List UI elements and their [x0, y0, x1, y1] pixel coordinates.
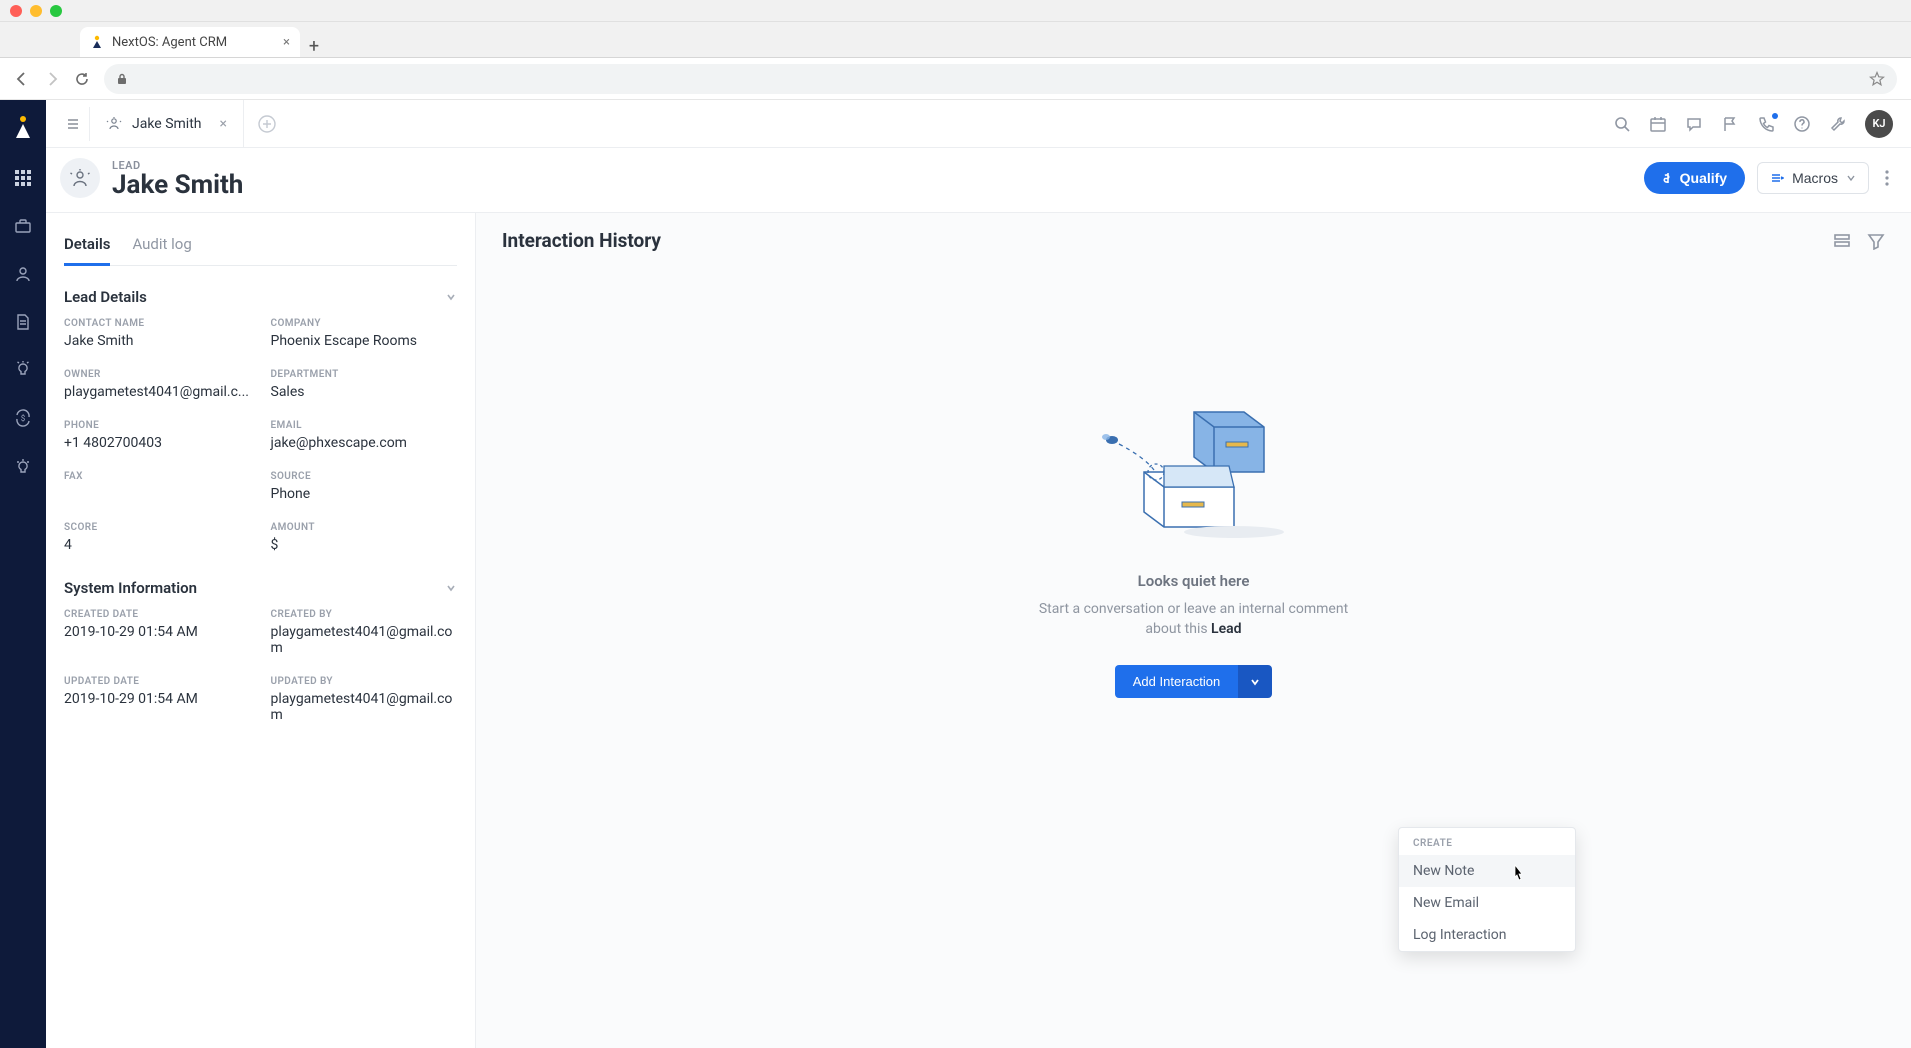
empty-illustration — [1084, 402, 1304, 552]
interaction-history-title: Interaction History — [502, 229, 661, 252]
empty-state-subtitle: Start a conversation or leave an interna… — [1024, 600, 1364, 639]
field-email: EMAILjake@phxescape.com — [271, 420, 458, 451]
user-avatar[interactable]: KJ — [1865, 110, 1893, 138]
record-tab-title: Jake Smith — [132, 116, 201, 132]
dropdown-item-new-note[interactable]: New Note — [1399, 855, 1575, 887]
lock-icon — [116, 73, 128, 85]
chevron-down-icon — [1846, 173, 1856, 183]
mac-titlebar — [0, 0, 1911, 22]
cursor-pointer-icon — [1509, 863, 1527, 885]
person-icon[interactable] — [13, 264, 33, 284]
browser-tab-title: NextOS: Agent CRM — [112, 35, 227, 50]
dropdown-item-log-interaction[interactable]: Log Interaction — [1399, 919, 1575, 951]
target-icon[interactable] — [13, 456, 33, 476]
field-owner: OWNERplaygametest4041@gmail.c... — [64, 369, 251, 400]
interaction-pane: Interaction History — [476, 213, 1911, 1048]
record-name: Jake Smith — [112, 172, 243, 198]
details-pane: Details Audit log Lead Details CONTACT N… — [46, 213, 476, 1048]
macros-button[interactable]: Macros — [1757, 162, 1869, 194]
field-updated-by: UPDATED BYplaygametest4041@gmail.com — [271, 676, 458, 723]
field-fax: FAX — [64, 471, 251, 502]
add-interaction-chevron[interactable] — [1238, 665, 1272, 698]
briefcase-icon[interactable] — [13, 216, 33, 236]
layout-toggle-icon[interactable] — [1833, 232, 1851, 250]
flag-icon[interactable] — [1721, 115, 1739, 133]
chevron-down-icon — [445, 291, 457, 303]
chevron-down-icon — [445, 582, 457, 594]
notification-dot — [1772, 113, 1778, 119]
address-bar[interactable] — [104, 64, 1897, 94]
reload-icon[interactable] — [74, 71, 90, 87]
record-header: LEAD Jake Smith Qualify Macros — [46, 148, 1911, 213]
phone-icon[interactable] — [1757, 115, 1775, 133]
minimize-window-dot[interactable] — [30, 5, 42, 17]
apps-grid-icon[interactable] — [13, 168, 33, 188]
field-contact-name: CONTACT NAMEJake Smith — [64, 318, 251, 349]
dropdown-item-new-email[interactable]: New Email — [1399, 887, 1575, 919]
close-window-dot[interactable] — [10, 5, 22, 17]
close-tab-icon[interactable]: × — [283, 35, 290, 50]
field-created-by: CREATED BYplaygametest4041@gmail.com — [271, 609, 458, 656]
browser-tab[interactable]: NextOS: Agent CRM × — [80, 27, 300, 57]
left-tabs: Details Audit log — [64, 229, 457, 266]
lightbulb-icon[interactable] — [13, 360, 33, 380]
more-vertical-icon[interactable] — [1881, 166, 1893, 190]
lead-tab-icon — [106, 116, 122, 132]
wrench-icon[interactable] — [1829, 115, 1847, 133]
new-browser-tab[interactable]: + — [300, 36, 328, 57]
list-view-icon[interactable] — [56, 107, 90, 141]
record-tab[interactable]: Jake Smith × — [90, 100, 244, 148]
field-department: DEPARTMENTSales — [271, 369, 458, 400]
browser-tab-strip: NextOS: Agent CRM × + — [0, 22, 1911, 58]
browser-toolbar — [0, 58, 1911, 100]
field-score: SCORE4 — [64, 522, 251, 553]
empty-state: Looks quiet here Start a conversation or… — [502, 402, 1885, 698]
tab-details[interactable]: Details — [64, 229, 110, 266]
field-phone: PHONE+1 4802700403 — [64, 420, 251, 451]
field-updated-date: UPDATED DATE2019-10-29 01:54 AM — [64, 676, 251, 723]
forward-icon[interactable] — [44, 71, 60, 87]
dropdown-header: CREATE — [1399, 828, 1575, 855]
field-source: SOURCEPhone — [271, 471, 458, 502]
field-amount: AMOUNT$ — [271, 522, 458, 553]
chat-icon[interactable] — [1685, 115, 1703, 133]
field-created-date: CREATED DATE2019-10-29 01:54 AM — [64, 609, 251, 656]
add-interaction-split-button: Add Interaction — [1115, 665, 1272, 698]
record-type-icon — [60, 158, 100, 198]
add-record-tab[interactable] — [244, 114, 290, 134]
filter-icon[interactable] — [1867, 232, 1885, 250]
field-company: COMPANYPhoenix Escape Rooms — [271, 318, 458, 349]
calendar-icon[interactable] — [1649, 115, 1667, 133]
record-tab-bar: Jake Smith × KJ — [46, 100, 1911, 148]
back-icon[interactable] — [14, 71, 30, 87]
app-logo[interactable] — [10, 114, 36, 140]
empty-state-title: Looks quiet here — [1138, 572, 1250, 590]
app-rail: $ — [0, 100, 46, 1048]
topbar-actions: KJ — [1613, 110, 1911, 138]
refresh-money-icon[interactable]: $ — [13, 408, 33, 428]
section-system-info[interactable]: System Information — [64, 573, 457, 609]
create-dropdown: CREATE New Note New Email Log Interactio… — [1398, 827, 1576, 952]
add-interaction-button[interactable]: Add Interaction — [1115, 665, 1238, 698]
section-lead-details[interactable]: Lead Details — [64, 282, 457, 318]
document-icon[interactable] — [13, 312, 33, 332]
search-icon[interactable] — [1613, 115, 1631, 133]
tab-favicon — [90, 35, 104, 49]
tab-audit-log[interactable]: Audit log — [132, 229, 191, 265]
svg-text:$: $ — [21, 414, 26, 423]
bookmark-star-icon[interactable] — [1869, 71, 1885, 87]
help-icon[interactable] — [1793, 115, 1811, 133]
close-record-tab-icon[interactable]: × — [219, 116, 226, 132]
qualify-button[interactable]: Qualify — [1644, 162, 1745, 194]
maximize-window-dot[interactable] — [50, 5, 62, 17]
